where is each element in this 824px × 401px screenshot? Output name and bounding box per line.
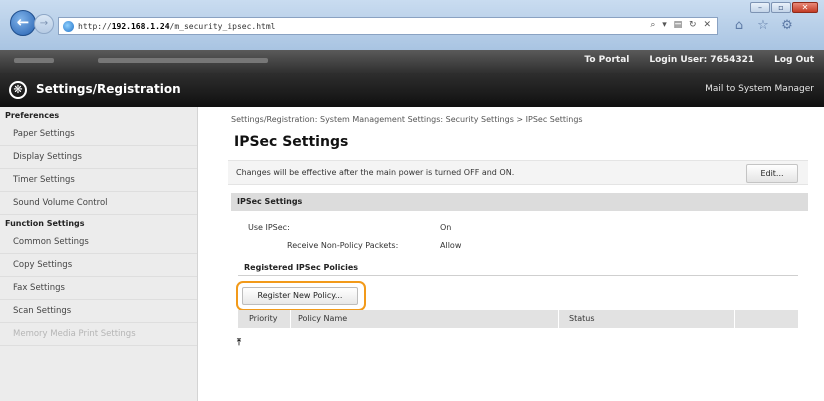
- sidebar-item-sound-volume[interactable]: Sound Volume Control: [0, 192, 197, 215]
- browser-toolbar-icons: ⌂ ☆ ⚙: [730, 17, 796, 35]
- login-user-label: Login User: 7654321: [649, 55, 755, 65]
- log-out-link[interactable]: Log Out: [774, 55, 814, 65]
- browser-chrome: – ▫ ✕ ← → http://192.168.1.24/m_security…: [0, 0, 824, 50]
- divider: [238, 275, 798, 276]
- use-ipsec-value: On: [440, 223, 452, 232]
- main-content: Settings/Registration: System Management…: [228, 107, 808, 401]
- sidebar-item-fax-settings[interactable]: Fax Settings: [0, 277, 197, 300]
- page-header-title: Settings/Registration: [36, 82, 181, 96]
- minimize-icon[interactable]: –: [750, 2, 770, 13]
- close-window-icon[interactable]: ✕: [792, 2, 818, 13]
- sidebar-item-common-settings[interactable]: Common Settings: [0, 231, 197, 254]
- sidebar-item-paper-settings[interactable]: Paper Settings: [0, 123, 197, 146]
- app-titlebar: ❋ Settings/Registration Mail to System M…: [0, 73, 824, 107]
- maximize-icon[interactable]: ▫: [771, 2, 791, 13]
- sidebar-item-timer-settings[interactable]: Timer Settings: [0, 169, 197, 192]
- column-separator: [558, 310, 559, 328]
- sidebar-item-copy-settings[interactable]: Copy Settings: [0, 254, 197, 277]
- policy-table-header: Priority Policy Name Status: [238, 310, 798, 328]
- sidebar: Preferences Paper Settings Display Setti…: [0, 107, 198, 401]
- sidebar-section-preferences: Preferences: [5, 111, 60, 120]
- column-priority: Priority: [249, 314, 278, 323]
- use-ipsec-label: Use IPSec:: [248, 223, 290, 232]
- tools-gear-icon[interactable]: ⚙: [778, 17, 796, 35]
- home-icon[interactable]: ⌂: [730, 17, 748, 35]
- window-controls: – ▫ ✕: [750, 2, 818, 13]
- breadcrumb: Settings/Registration: System Management…: [231, 115, 583, 124]
- to-portal-link[interactable]: To Portal: [584, 55, 629, 65]
- sidebar-item-memory-media-print[interactable]: Memory Media Print Settings: [0, 323, 197, 346]
- column-separator: [290, 310, 291, 328]
- ie-favicon-icon: [63, 20, 74, 32]
- section-header-ipsec: IPSec Settings: [231, 193, 808, 211]
- notice-bar: Changes will be effective after the main…: [228, 160, 808, 185]
- address-tools[interactable]: ⌕ ▾ ▤ ↻ ✕: [650, 20, 713, 30]
- sidebar-section-function-settings: Function Settings: [5, 219, 85, 228]
- page-title: IPSec Settings: [234, 134, 349, 150]
- notice-text: Changes will be effective after the main…: [236, 168, 515, 177]
- favorites-star-icon[interactable]: ☆: [754, 17, 772, 35]
- column-separator: [734, 310, 735, 328]
- sidebar-item-scan-settings[interactable]: Scan Settings: [0, 300, 197, 323]
- device-model-redacted: [98, 58, 268, 63]
- device-topbar: To Portal Login User: 7654321 Log Out: [0, 50, 824, 73]
- receive-non-policy-value: Allow: [440, 241, 462, 250]
- register-highlight: Register New Policy...: [236, 281, 366, 311]
- forward-arrow-icon[interactable]: →: [34, 14, 54, 34]
- edit-button[interactable]: Edit...: [746, 164, 798, 183]
- back-arrow-icon[interactable]: ←: [10, 10, 36, 36]
- column-status: Status: [569, 314, 595, 323]
- sidebar-item-display-settings[interactable]: Display Settings: [0, 146, 197, 169]
- settings-gear-icon: ❋: [9, 81, 27, 99]
- address-bar[interactable]: http://192.168.1.24/m_security_ipsec.htm…: [58, 17, 718, 35]
- column-policy-name: Policy Name: [298, 314, 348, 323]
- registered-policies-heading: Registered IPSec Policies: [244, 263, 359, 272]
- device-name-redacted: [14, 58, 54, 63]
- receive-non-policy-label: Receive Non-Policy Packets:: [287, 241, 399, 250]
- scroll-to-top-icon[interactable]: ⤒: [237, 338, 241, 348]
- address-url[interactable]: http://192.168.1.24/m_security_ipsec.htm…: [78, 22, 275, 31]
- register-new-policy-button[interactable]: Register New Policy...: [242, 287, 358, 305]
- mail-system-manager-link[interactable]: Mail to System Manager: [705, 84, 814, 94]
